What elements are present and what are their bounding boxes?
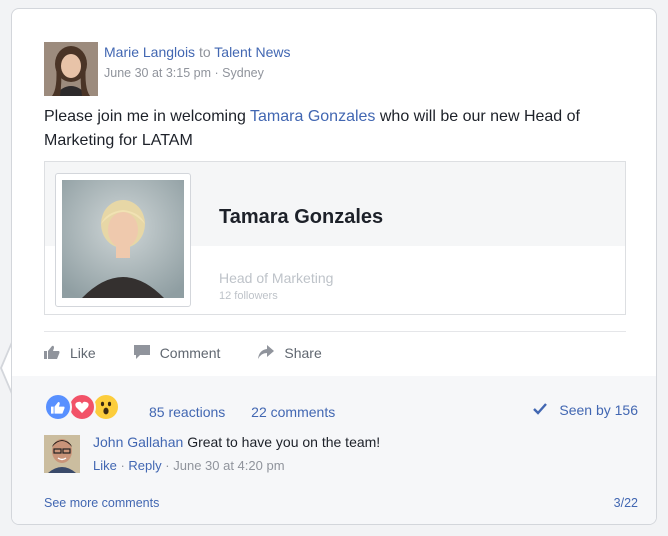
comment-button[interactable]: Comment xyxy=(133,342,221,364)
commenter-avatar[interactable] xyxy=(44,435,80,473)
comment-time[interactable]: June 30 at 4:20 pm xyxy=(173,458,284,473)
post-meta: June 30 at 3:15 pm · Sydney xyxy=(104,66,264,80)
post-footer: 85 reactions 22 comments Seen by 156 Joh… xyxy=(12,376,656,524)
wow-reaction-icon xyxy=(92,393,120,421)
author-avatar[interactable] xyxy=(44,42,98,96)
commenter-name[interactable]: John Gallahan xyxy=(93,434,183,450)
post-body: Please join me in welcoming Tamara Gonza… xyxy=(44,105,634,153)
action-bar: Like Comment Share xyxy=(44,342,360,364)
share-button[interactable]: Share xyxy=(258,342,322,364)
like-reaction-icon xyxy=(44,393,72,421)
share-arrow-icon xyxy=(258,344,284,362)
seen-by[interactable]: Seen by 156 xyxy=(533,402,638,418)
mention-link[interactable]: Tamara Gonzales xyxy=(250,108,375,125)
seen-by-label: Seen by 156 xyxy=(559,402,638,418)
profile-photo-frame xyxy=(55,173,191,307)
reaction-icons[interactable] xyxy=(44,393,120,421)
profile-followers: 12 followers xyxy=(219,290,278,302)
see-more-comments-link[interactable]: See more comments xyxy=(44,496,159,510)
profile-title: Head of Marketing xyxy=(219,270,334,286)
share-label: Share xyxy=(284,345,322,361)
meta-dot: · xyxy=(214,66,219,80)
comment-icon xyxy=(133,344,160,362)
comment-reply-link[interactable]: Reply xyxy=(128,458,161,473)
post-card: Marie Langlois to Talent News June 30 at… xyxy=(11,8,657,525)
comment-body: John Gallahan Great to have you on the t… xyxy=(93,434,380,450)
post-text-before: Please join me in welcoming xyxy=(44,108,251,125)
profile-attachment[interactable]: Tamara Gonzales Head of Marketing 12 fol… xyxy=(44,161,626,315)
profile-name[interactable]: Tamara Gonzales xyxy=(219,206,383,229)
post-location: Sydney xyxy=(222,66,264,80)
comment-label: Comment xyxy=(159,345,221,361)
author-name[interactable]: Marie Langlois xyxy=(104,44,195,60)
to-word: to xyxy=(198,44,211,60)
reactions-count[interactable]: 85 reactions xyxy=(149,404,225,420)
action-divider xyxy=(44,331,626,332)
comment-meta: Like · Reply · June 30 at 4:20 pm xyxy=(93,458,285,473)
post-time[interactable]: June 30 at 3:15 pm xyxy=(104,66,211,80)
like-label: Like xyxy=(70,345,96,361)
group-name[interactable]: Talent News xyxy=(214,44,290,60)
post-header: Marie Langlois to Talent News xyxy=(104,44,291,60)
like-button[interactable]: Like xyxy=(44,342,96,364)
reaction-counts: 85 reactions 22 comments xyxy=(149,404,357,420)
thumbs-up-icon xyxy=(44,345,70,362)
comment-text: Great to have you on the team! xyxy=(187,434,381,450)
comment-pager: 3/22 xyxy=(613,496,638,510)
comments-count[interactable]: 22 comments xyxy=(251,404,335,420)
comment-like-link[interactable]: Like xyxy=(93,458,117,473)
love-reaction-icon xyxy=(68,393,96,421)
profile-photo[interactable] xyxy=(62,180,184,298)
checkmark-icon xyxy=(533,402,559,418)
